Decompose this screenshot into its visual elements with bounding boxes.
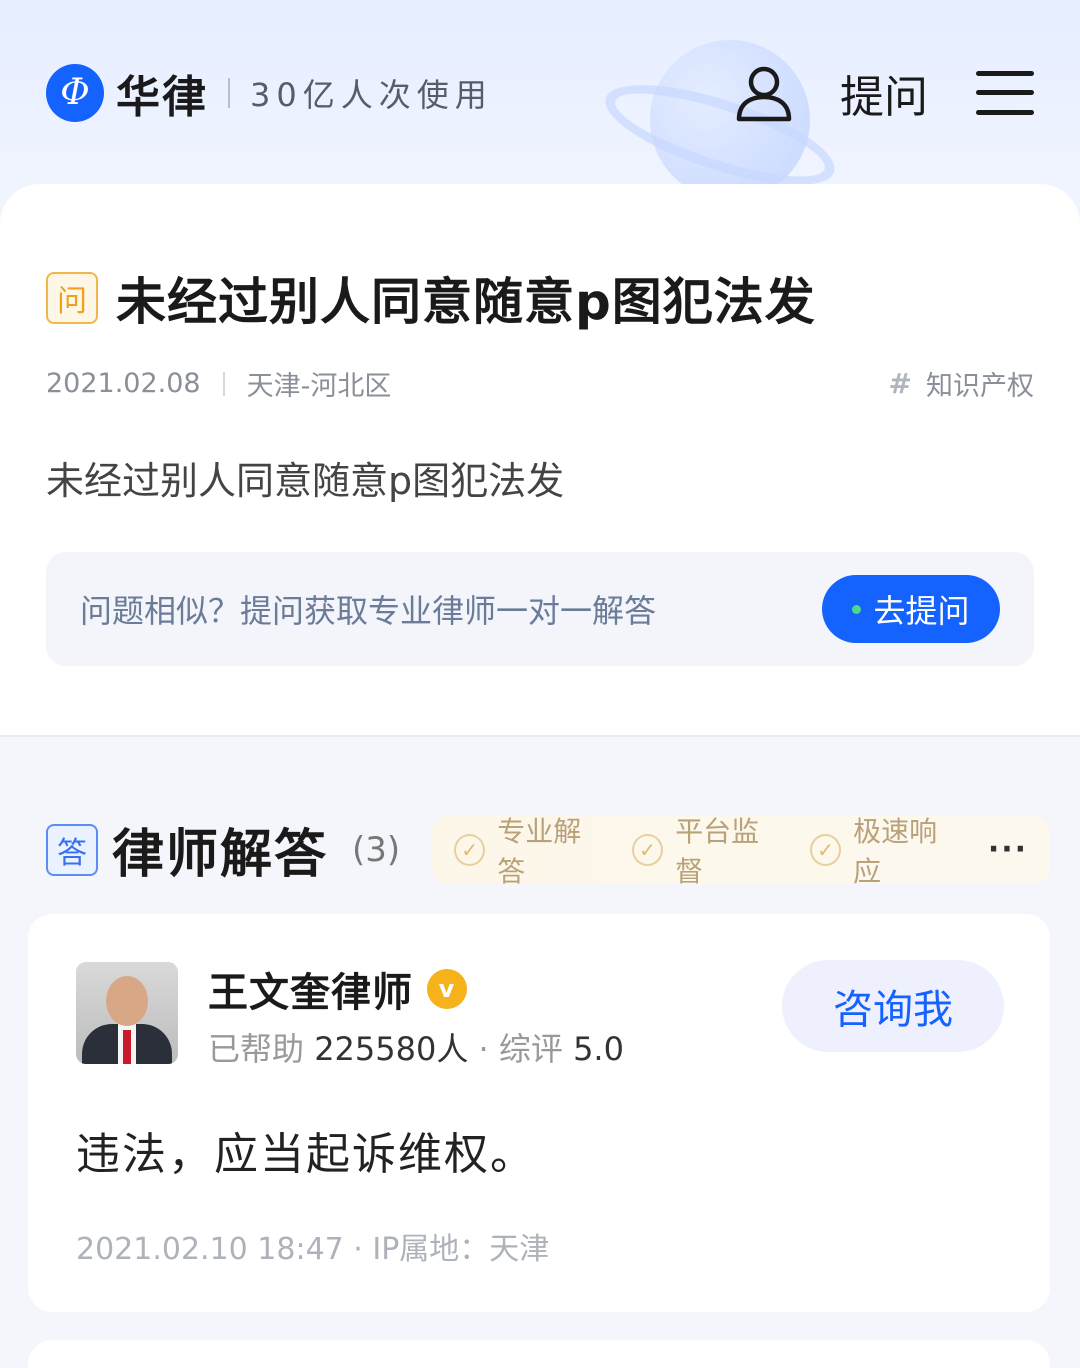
lawyer-name-row[interactable]: 王文奎律师 v <box>208 960 467 1018</box>
go-ask-label: 去提问 <box>873 592 970 630</box>
answer-card: 王文奎律师 v 已帮助 225580人 · 综评 5.0 咨询我 违法，应当起诉… <box>28 914 1050 1312</box>
section-divider <box>0 735 1080 737</box>
answer-badge: 答 <box>46 823 98 876</box>
slogan: 30亿人次使用 <box>250 75 493 114</box>
online-dot <box>852 604 862 614</box>
feature-supervision: ✓ 平台监督 <box>631 810 784 890</box>
helped-count: 225580人 <box>314 1030 469 1068</box>
question-category-tag[interactable]: 知识产权 <box>926 364 1034 403</box>
check-circle-icon: ✓ <box>454 833 486 866</box>
feature-fast-response: ✓ 极速响应 <box>809 810 962 890</box>
more-icon[interactable]: ··· <box>988 832 1028 867</box>
go-ask-button[interactable]: 去提问 <box>822 575 1000 643</box>
menu-icon[interactable] <box>976 70 1034 115</box>
question-badge: 问 <box>46 272 98 324</box>
question-meta: 2021.02.08 天津-河北区 # 知识产权 <box>46 364 1034 403</box>
next-answer-card <box>28 1340 1050 1368</box>
logo-divider <box>228 77 230 108</box>
feature-professional: ✓ 专业解答 <box>454 810 606 890</box>
consult-me-button[interactable]: 咨询我 <box>782 960 1004 1052</box>
question-location: 天津-河北区 <box>246 371 392 402</box>
answers-header: 答 律师解答 (3) ✓ 专业解答 ✓ 平台监督 ✓ 极速响应 ··· <box>46 812 1050 888</box>
answers-count: (3) <box>352 829 401 870</box>
question-title: 未经过别人同意随意p图犯法发 <box>116 273 816 331</box>
check-circle-icon: ✓ <box>631 833 664 866</box>
answer-meta: 2021.02.10 18:47 · IP属地：天津 <box>76 1232 550 1267</box>
logo-text[interactable]: 华律 <box>116 61 208 125</box>
meta-separator <box>222 371 225 396</box>
lawyer-stats: 已帮助 225580人 · 综评 5.0 <box>208 1030 624 1068</box>
question-card: 问 未经过别人同意随意p图犯法发 2021.02.08 天津-河北区 # 知识产… <box>0 184 1080 736</box>
avatar[interactable] <box>76 962 178 1064</box>
question-body: 未经过别人同意随意p图犯法发 <box>46 459 565 503</box>
answers-title: 律师解答 <box>112 825 329 885</box>
ask-cta-box: 问题相似？提问获取专业律师一对一解答 去提问 <box>46 552 1034 666</box>
verified-icon: v <box>427 969 467 1009</box>
lawyer-name: 王文奎律师 <box>208 970 413 1016</box>
user-icon[interactable] <box>734 63 794 123</box>
ask-cta-text: 问题相似？提问获取专业律师一对一解答 <box>80 592 657 630</box>
ask-question-link[interactable]: 提问 <box>840 61 928 125</box>
check-circle-icon: ✓ <box>809 833 842 866</box>
rating: 5.0 <box>573 1030 624 1068</box>
answer-text: 违法，应当起诉维权。 <box>76 1129 536 1180</box>
logo-icon[interactable]: Φ <box>46 63 104 122</box>
hashtag-icon: # <box>888 367 912 400</box>
service-features[interactable]: ✓ 专业解答 ✓ 平台监督 ✓ 极速响应 ··· <box>432 815 1050 888</box>
question-title-row: 问 未经过别人同意随意p图犯法发 <box>46 262 816 334</box>
question-date: 2021.02.08 <box>46 368 201 399</box>
top-nav: Φ 华律 30亿人次使用 提问 <box>0 0 1080 185</box>
